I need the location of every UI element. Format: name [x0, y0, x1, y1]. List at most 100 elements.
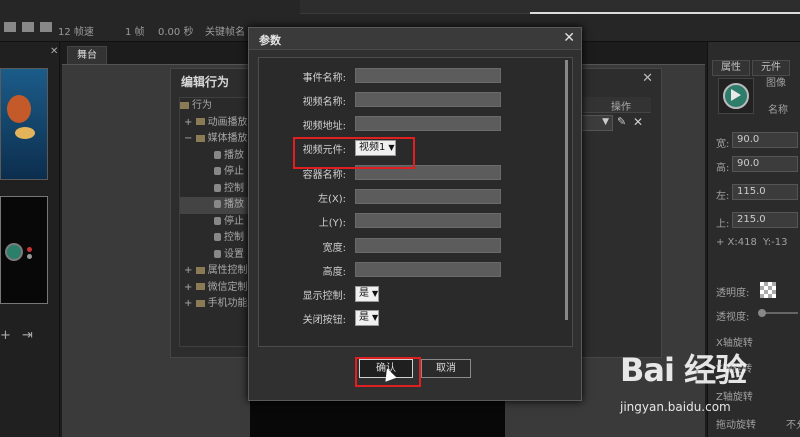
expand-icon[interactable]: +: [184, 117, 196, 128]
element-preview[interactable]: [718, 78, 754, 114]
top-input[interactable]: 215.0: [732, 212, 798, 228]
highlight-box: [293, 137, 415, 169]
field-label: 高度:: [322, 267, 346, 278]
page-tool-icon[interactable]: +: [0, 328, 11, 343]
text-field[interactable]: [355, 92, 501, 107]
form-row: 关闭按钮: 是 ▼: [259, 310, 559, 326]
field-label: 上(Y):: [318, 218, 346, 229]
form-row: 视频地址:: [259, 116, 559, 132]
thumbnail-art: [7, 95, 31, 123]
delete-icon[interactable]: ✕: [633, 115, 643, 129]
export-icon[interactable]: ⇥: [22, 328, 33, 343]
text-field[interactable]: [355, 238, 501, 253]
tree-item-label: 行为: [192, 100, 212, 111]
close-icon[interactable]: ✕: [50, 46, 58, 57]
folder-icon: [195, 118, 205, 125]
page-thumbnails: ✕ + ⇥: [0, 42, 60, 437]
video-play-icon: [5, 243, 23, 261]
hand-icon: [214, 249, 221, 258]
chevron-down-icon: ▼: [372, 313, 379, 322]
play-icon: [731, 89, 741, 101]
screen-icon[interactable]: [40, 22, 52, 32]
text-field[interactable]: [355, 116, 501, 131]
time-readout: 0.00 秒: [158, 27, 194, 38]
operation-header: 操作: [611, 102, 631, 113]
watermark-url: jingyan.baidu.com: [620, 400, 731, 414]
folder-icon: [195, 266, 205, 274]
select-dropdown[interactable]: 是 ▼: [355, 310, 380, 326]
hand-icon: [214, 150, 221, 159]
tree-item-label: 手机功能: [207, 298, 248, 309]
drag-rotate-value[interactable]: 不允: [786, 416, 800, 431]
keyframe-name-label: 关键帧名: [205, 27, 245, 38]
stage-canvas[interactable]: [250, 398, 505, 437]
select-dropdown[interactable]: 是 ▼: [355, 286, 380, 302]
perspective-slider[interactable]: [758, 309, 798, 317]
form-row: 事件名称:: [259, 68, 559, 84]
tree-item-label: 控制: [224, 182, 244, 194]
height-label: 高:: [716, 163, 730, 174]
top-label: 上:: [716, 219, 730, 230]
frame-icon[interactable]: [4, 22, 16, 32]
tree-item-label: 播放: [224, 149, 244, 161]
timeline-strip[interactable]: [300, 0, 800, 14]
collapse-icon[interactable]: −: [184, 133, 196, 144]
tree-item-label: 停止: [224, 166, 244, 177]
height-input[interactable]: 90.0: [732, 156, 798, 172]
width-input[interactable]: 90.0: [732, 132, 798, 148]
text-field[interactable]: [355, 189, 501, 204]
field-label: 关闭按钮:: [302, 315, 346, 326]
tree-item-label: 微信定制: [207, 281, 248, 293]
chevron-down-icon: ▼: [372, 289, 379, 298]
dialog-form: 事件名称: 视频名称: 视频地址: 视频元件: 视频1 ▼ 容器名称: 左(X): 上(Y): 宽…: [258, 57, 573, 347]
dialog-title: 参数: [259, 34, 281, 47]
folder-icon: [195, 299, 205, 307]
form-row: 左(X):: [259, 189, 559, 205]
tree-item-label: 属性控制: [207, 265, 248, 276]
close-icon[interactable]: ✕: [563, 30, 575, 46]
scrollbar[interactable]: [565, 60, 568, 320]
expand-icon[interactable]: +: [184, 265, 196, 276]
hand-icon: [214, 167, 221, 175]
dot-icon: [27, 247, 32, 252]
field-label: 事件名称:: [302, 73, 346, 84]
tree-item-label: 媒体播放: [207, 133, 248, 144]
drag-rotate-label: 拖动旋转: [716, 420, 756, 431]
field-label: 视频地址:: [302, 121, 346, 132]
baidu-jingyan-watermark: Bai 经验 jingyan.baidu.com: [620, 345, 747, 414]
layer-icon[interactable]: [22, 22, 34, 32]
form-row: 视频名称:: [259, 92, 559, 108]
form-row: 宽度:: [259, 238, 559, 254]
opacity-swatch[interactable]: [760, 282, 776, 298]
field-label: 左(X):: [317, 194, 346, 205]
opacity-label: 透明度:: [716, 288, 750, 299]
page-thumbnail-selected[interactable]: [0, 196, 48, 304]
edit-icon[interactable]: ✎: [617, 115, 626, 128]
close-icon[interactable]: ✕: [642, 71, 653, 86]
left-label: 左:: [716, 191, 730, 202]
tab-properties[interactable]: 属性: [712, 60, 750, 76]
text-field[interactable]: [355, 213, 501, 228]
field-label: 视频名称:: [302, 97, 346, 108]
folder-icon: [180, 101, 189, 109]
field-label: 显示控制:: [302, 291, 346, 302]
fps-readout: 12 帧速: [58, 27, 94, 38]
tree-item-label: 设置: [224, 248, 244, 260]
expand-icon[interactable]: +: [184, 298, 196, 309]
cancel-button[interactable]: 取消: [421, 359, 471, 378]
hand-icon: [214, 200, 221, 208]
perspective-label: 透视度:: [716, 312, 750, 323]
behavior-panel-title: 编辑行为: [181, 75, 230, 89]
dialog-titlebar[interactable]: 参数 ✕: [249, 28, 581, 50]
tab-stage[interactable]: 舞台: [67, 46, 107, 64]
page-thumbnail[interactable]: [0, 68, 48, 180]
text-field[interactable]: [355, 262, 501, 277]
watermark-logo: Bai 经验: [620, 351, 747, 389]
hand-icon: [214, 183, 221, 192]
expand-icon[interactable]: +: [184, 282, 196, 293]
chevron-down-icon: ▼: [602, 117, 609, 127]
frame-readout: 1 帧: [125, 27, 145, 38]
text-field[interactable]: [355, 68, 501, 83]
tree-item-label: 停止: [224, 215, 244, 227]
left-input[interactable]: 115.0: [732, 184, 798, 200]
